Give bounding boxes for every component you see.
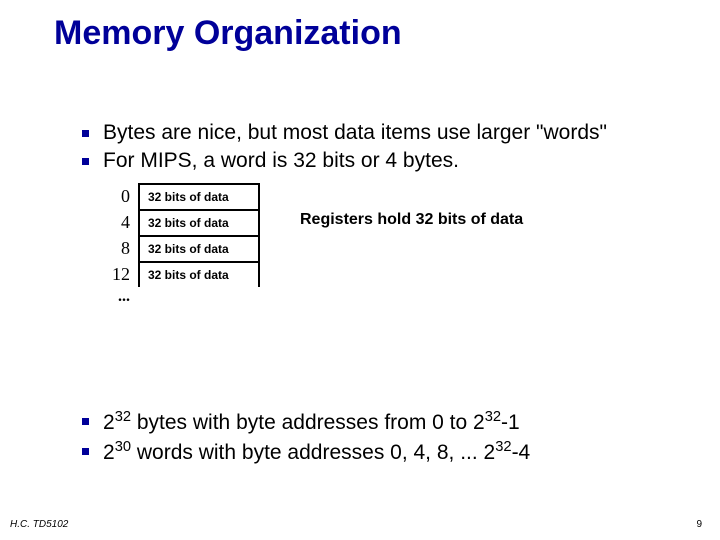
- memory-row: 12 32 bits of data: [108, 261, 260, 287]
- bullet-text: For MIPS, a word is 32 bits or 4 bytes.: [103, 148, 459, 174]
- bullet-square-icon: [82, 158, 89, 165]
- address-label: 4: [108, 212, 138, 233]
- bullet-square-icon: [82, 130, 89, 137]
- memory-diagram: 0 32 bits of data 4 32 bits of data 8 32…: [108, 183, 260, 307]
- memory-row: 0 32 bits of data: [108, 183, 260, 209]
- top-bullets: Bytes are nice, but most data items use …: [82, 120, 672, 177]
- page-number: 9: [696, 519, 702, 530]
- memory-row: 8 32 bits of data: [108, 235, 260, 261]
- bullet-text: 232 bytes with byte addresses from 0 to …: [103, 408, 520, 436]
- bullet-item: For MIPS, a word is 32 bits or 4 bytes.: [82, 148, 672, 174]
- bottom-bullets: 232 bytes with byte addresses from 0 to …: [82, 408, 672, 469]
- memory-cell: 32 bits of data: [138, 209, 260, 235]
- bullet-text: Bytes are nice, but most data items use …: [103, 120, 607, 146]
- address-label: 0: [108, 186, 138, 207]
- memory-cell: 32 bits of data: [138, 183, 260, 209]
- bullet-square-icon: [82, 448, 89, 455]
- memory-cell: 32 bits of data: [138, 261, 260, 287]
- bullet-text: 230 words with byte addresses 0, 4, 8, .…: [103, 438, 530, 466]
- dots-label: ...: [108, 288, 138, 306]
- bullet-square-icon: [82, 418, 89, 425]
- bullet-item: 230 words with byte addresses 0, 4, 8, .…: [82, 438, 672, 466]
- memory-cell: 32 bits of data: [138, 235, 260, 261]
- bullet-item: 232 bytes with byte addresses from 0 to …: [82, 408, 672, 436]
- memory-row: 4 32 bits of data: [108, 209, 260, 235]
- address-label: 8: [108, 238, 138, 259]
- footer-left: H.C. TD5102: [10, 519, 68, 530]
- dots-row: ...: [108, 287, 260, 307]
- bullet-item: Bytes are nice, but most data items use …: [82, 120, 672, 146]
- address-label: 12: [108, 264, 138, 285]
- slide: Memory Organization Bytes are nice, but …: [0, 0, 720, 540]
- register-note: Registers hold 32 bits of data: [300, 211, 523, 229]
- slide-title: Memory Organization: [54, 14, 402, 53]
